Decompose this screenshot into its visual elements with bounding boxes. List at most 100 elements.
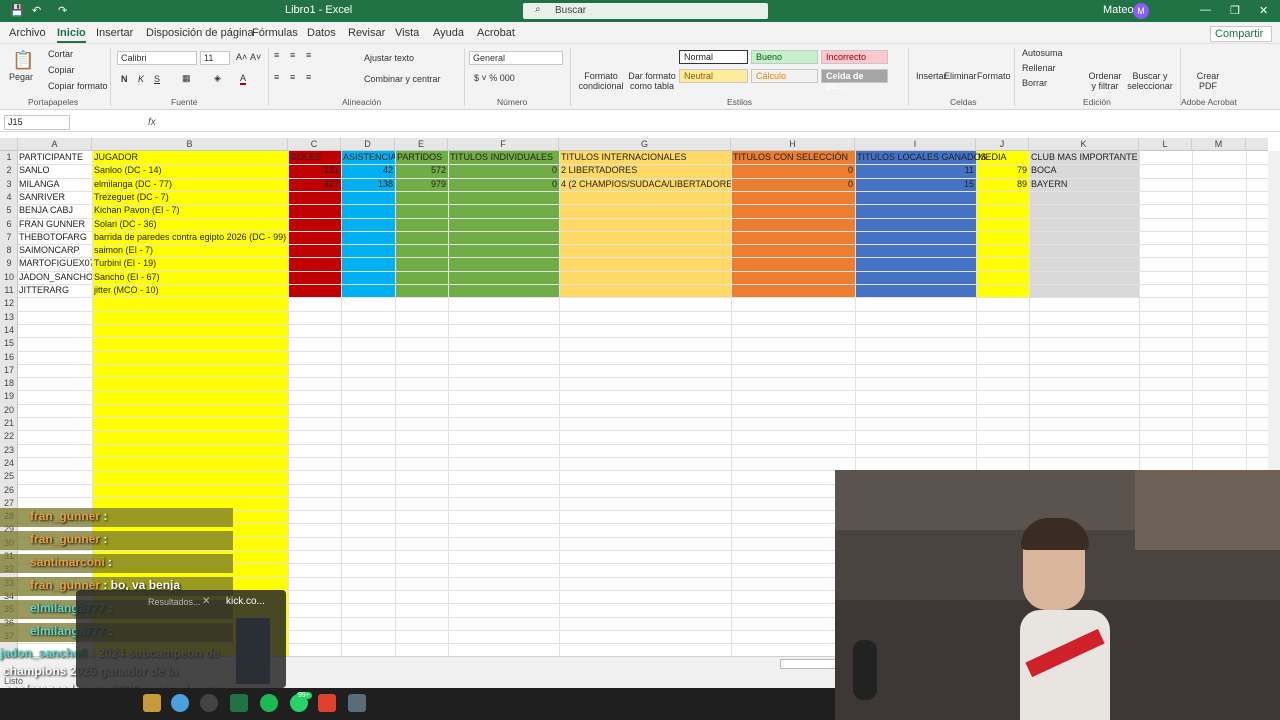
header-club[interactable]: CLUB MAS IMPORTANTE bbox=[1031, 151, 1138, 164]
player-cell[interactable]: saimon (EI - 7) bbox=[94, 244, 288, 257]
header-titulos-seleccion[interactable]: TITULOS CON SELECCIÓN bbox=[733, 151, 848, 164]
paste-button[interactable]: Pegar bbox=[9, 72, 33, 82]
col-header[interactable]: F bbox=[448, 138, 559, 151]
merge-center-button[interactable]: Combinar y centrar bbox=[364, 74, 441, 84]
grow-font-icon[interactable]: A˄ bbox=[236, 52, 247, 62]
function-icon[interactable]: fx bbox=[148, 117, 156, 128]
player-cell[interactable]: jitter (MCO - 10) bbox=[94, 284, 288, 297]
delete-cells-button[interactable]: Eliminar bbox=[944, 71, 977, 81]
share-button[interactable]: Compartir bbox=[1210, 26, 1272, 42]
autosum-button[interactable]: Autosuma bbox=[1022, 48, 1063, 58]
select-all[interactable] bbox=[0, 138, 18, 151]
col-header[interactable]: K bbox=[1029, 138, 1139, 151]
row-header[interactable]: 10 bbox=[0, 271, 18, 284]
redo-icon[interactable]: ↷ bbox=[58, 4, 67, 17]
col-header[interactable]: B bbox=[92, 138, 288, 151]
minimize-icon[interactable]: — bbox=[1200, 4, 1211, 16]
row-header[interactable]: 14 bbox=[0, 324, 18, 337]
player-cell[interactable]: barrida de paredes contra egipto 2026 (D… bbox=[94, 231, 288, 244]
row-header[interactable]: 16 bbox=[0, 351, 18, 364]
font-name-select[interactable]: Calibri bbox=[117, 51, 197, 65]
close-icon[interactable]: ✕ bbox=[202, 596, 210, 607]
taskbar-preview[interactable]: Resultados... ✕ kick.co... bbox=[76, 590, 286, 688]
italic-icon[interactable]: K bbox=[138, 74, 144, 84]
stat-cell-g[interactable]: 2 LIBERTADORES bbox=[561, 164, 731, 177]
align-top-icon[interactable]: ≡ bbox=[274, 50, 279, 60]
row-header[interactable]: 11 bbox=[0, 284, 18, 297]
player-cell[interactable]: Sancho (EI - 67) bbox=[94, 271, 288, 284]
style-neutral[interactable]: Neutral bbox=[679, 69, 748, 83]
font-color-icon[interactable]: A bbox=[240, 73, 247, 85]
format-painter-button[interactable]: Copiar formato bbox=[48, 81, 108, 91]
preview-tab-kick[interactable]: kick.co... bbox=[226, 596, 265, 607]
participant-cell[interactable]: SANRIVER bbox=[19, 191, 92, 204]
col-header[interactable]: G bbox=[559, 138, 731, 151]
row-header[interactable]: 17 bbox=[0, 364, 18, 377]
align-bottom-icon[interactable]: ≡ bbox=[306, 50, 311, 60]
paste-icon[interactable]: 📋 bbox=[12, 50, 34, 71]
row-header[interactable]: 15 bbox=[0, 337, 18, 350]
header-titulos-locales[interactable]: TITULOS LOCALES GANADOS bbox=[857, 151, 987, 164]
player-cell[interactable]: Solari (DC - 36) bbox=[94, 218, 288, 231]
participant-cell[interactable]: SAIMONCARP bbox=[19, 244, 92, 257]
chrome-icon[interactable] bbox=[171, 694, 189, 712]
formula-bar[interactable] bbox=[0, 114, 1280, 132]
row-header[interactable]: 25 bbox=[0, 470, 18, 483]
col-header[interactable]: M bbox=[1192, 138, 1246, 151]
row-header[interactable]: 3 bbox=[0, 178, 18, 191]
stat-cell-c[interactable]: 131 bbox=[288, 164, 341, 177]
name-box[interactable]: J15 bbox=[4, 115, 70, 130]
create-pdf-button[interactable]: Crear PDF bbox=[1194, 71, 1222, 91]
stat-cell-f[interactable]: 0 bbox=[448, 164, 559, 177]
player-cell[interactable]: elmilanga (DC - 77) bbox=[94, 178, 288, 191]
find-select-button[interactable]: Buscar y seleccionar bbox=[1124, 71, 1176, 91]
cut-button[interactable]: Cortar bbox=[48, 49, 73, 59]
col-header[interactable]: L bbox=[1139, 138, 1192, 151]
participant-cell[interactable]: BENJA CABJ bbox=[19, 204, 92, 217]
header-titulos-internacionales[interactable]: TITULOS INTERNACIONALES bbox=[561, 151, 687, 164]
excel-icon[interactable] bbox=[230, 694, 248, 712]
tab-acrobat[interactable]: Acrobat bbox=[477, 27, 515, 39]
shrink-font-icon[interactable]: A˅ bbox=[250, 52, 261, 62]
align-middle-icon[interactable]: ≡ bbox=[290, 50, 295, 60]
style-incorrecto[interactable]: Incorrecto bbox=[821, 50, 888, 64]
header-media[interactable]: MEDIA bbox=[978, 151, 1007, 164]
stat-cell-i[interactable]: 11 bbox=[855, 164, 976, 177]
col-header[interactable]: A bbox=[18, 138, 92, 151]
style-normal[interactable]: Normal bbox=[679, 50, 748, 64]
row-header[interactable]: 8 bbox=[0, 244, 18, 257]
tab-datos[interactable]: Datos bbox=[307, 27, 336, 39]
row-header[interactable]: 1 bbox=[0, 151, 18, 164]
tab-archivo[interactable]: Archivo bbox=[9, 27, 46, 39]
align-right-icon[interactable]: ≡ bbox=[306, 72, 311, 82]
participant-cell[interactable]: JITTERARG bbox=[19, 284, 92, 297]
col-header[interactable]: J bbox=[976, 138, 1029, 151]
header-partidos[interactable]: PARTIDOS bbox=[397, 151, 442, 164]
currency-icon[interactable]: $ ˅ % 000 bbox=[474, 73, 515, 83]
participant-cell[interactable]: SANLO bbox=[19, 164, 92, 177]
row-header[interactable]: 20 bbox=[0, 404, 18, 417]
copy-button[interactable]: Copiar bbox=[48, 65, 75, 75]
participant-cell[interactable]: THEBOTOFARG bbox=[19, 231, 92, 244]
horizontal-scrollbar[interactable] bbox=[780, 659, 836, 669]
stat-cell-d[interactable]: 42 bbox=[341, 164, 395, 177]
tab-revisar[interactable]: Revisar bbox=[348, 27, 385, 39]
preview-thumbnail[interactable] bbox=[236, 618, 270, 684]
participant-cell[interactable]: MILANGA bbox=[19, 178, 92, 191]
sort-filter-button[interactable]: Ordenar y filtrar bbox=[1085, 71, 1125, 91]
player-cell[interactable]: Trezeguet (DC - 7) bbox=[94, 191, 288, 204]
row-header[interactable]: 24 bbox=[0, 457, 18, 470]
row-header[interactable]: 23 bbox=[0, 444, 18, 457]
undo-icon[interactable]: ↶ bbox=[32, 4, 41, 17]
col-header[interactable]: H bbox=[731, 138, 855, 151]
participant-cell[interactable]: MARTOFIGUEX07 bbox=[19, 257, 92, 270]
wrap-text-button[interactable]: Ajustar texto bbox=[364, 53, 414, 63]
file-explorer-icon[interactable] bbox=[143, 694, 161, 712]
tab-formulas[interactable]: Fórmulas bbox=[252, 27, 298, 39]
search-input[interactable]: ⌕ Buscar bbox=[523, 3, 768, 19]
stat-cell-h[interactable]: 0 bbox=[731, 164, 855, 177]
conditional-format-button[interactable]: Formato condicional bbox=[576, 71, 626, 91]
calculator-icon[interactable] bbox=[348, 694, 366, 712]
style-celda[interactable]: Celda de co... bbox=[821, 69, 888, 91]
fill-color-icon[interactable]: ◈ bbox=[214, 73, 221, 84]
